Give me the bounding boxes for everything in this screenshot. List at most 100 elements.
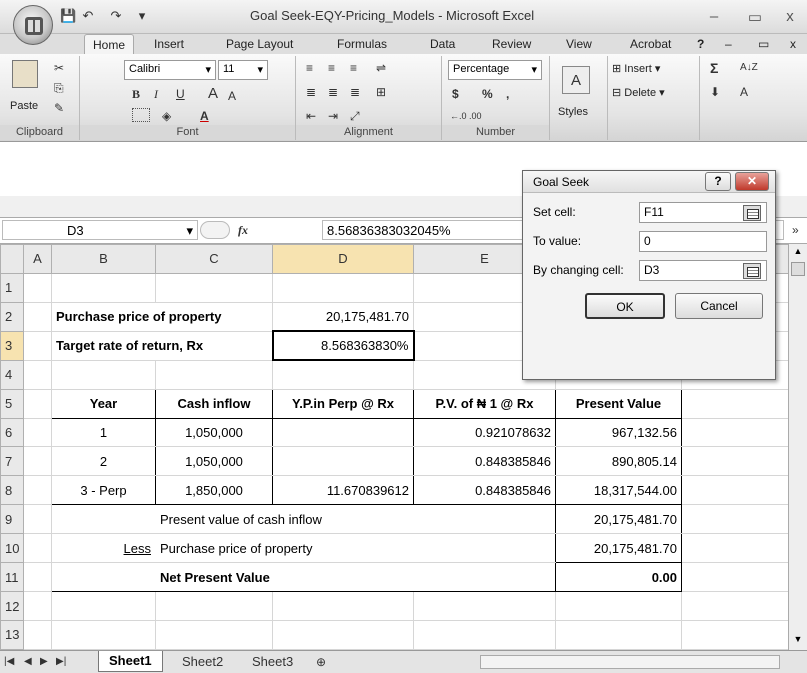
cell[interactable] bbox=[681, 591, 789, 621]
row-header[interactable]: 1 bbox=[0, 272, 24, 303]
cell[interactable] bbox=[23, 417, 52, 448]
cancel-button[interactable]: Cancel bbox=[675, 293, 763, 319]
cell[interactable] bbox=[155, 619, 273, 651]
redo-icon[interactable]: ↷ bbox=[108, 8, 124, 24]
cell[interactable] bbox=[681, 417, 789, 448]
align-right-icon[interactable]: ≣ bbox=[350, 84, 360, 100]
expand-formula-bar-icon[interactable]: » bbox=[792, 222, 799, 238]
row-header[interactable]: 12 bbox=[0, 591, 24, 621]
scroll-up-icon[interactable]: ▲ bbox=[791, 246, 805, 260]
format-painter-icon[interactable]: ✎ bbox=[54, 100, 64, 116]
delete-cells-button[interactable]: ⊟ Delete ▾ bbox=[612, 86, 665, 99]
underline-button[interactable]: U bbox=[176, 86, 185, 102]
fill-color-icon[interactable]: ◈ bbox=[162, 108, 171, 124]
font-name-select[interactable]: Calibri ▾ bbox=[124, 60, 216, 80]
dialog-help-button[interactable]: ? bbox=[705, 172, 731, 191]
ribbon-close-icon[interactable]: x bbox=[790, 37, 796, 51]
column-header-d[interactable]: D bbox=[272, 244, 414, 274]
sheet-tab-sheet3[interactable]: Sheet3 bbox=[244, 652, 301, 671]
cell-f9[interactable]: 20,175,481.70 bbox=[555, 504, 682, 535]
cell-f8[interactable]: 18,317,544.00 bbox=[555, 475, 682, 506]
cell-c5[interactable]: Cash inflow bbox=[155, 388, 273, 419]
comma-button[interactable]: , bbox=[506, 86, 509, 102]
cell-e6[interactable]: 0.921078632 bbox=[413, 417, 556, 448]
tab-home[interactable]: Home bbox=[84, 34, 135, 55]
row-header[interactable]: 11 bbox=[0, 562, 24, 593]
tab-formulas[interactable]: Formulas bbox=[337, 37, 387, 51]
cell[interactable] bbox=[413, 591, 556, 621]
cell[interactable] bbox=[413, 562, 556, 593]
row-header[interactable]: 2 bbox=[0, 301, 24, 332]
insert-function-button[interactable]: fx bbox=[238, 222, 248, 238]
help-icon[interactable]: ? bbox=[697, 37, 704, 51]
cell-c6[interactable]: 1,050,000 bbox=[155, 417, 273, 448]
cell[interactable] bbox=[155, 272, 273, 303]
insert-cells-button[interactable]: ⊞ Insert ▾ bbox=[612, 62, 660, 75]
formula-bar-collapse-icon[interactable] bbox=[200, 221, 230, 239]
sort-filter-button[interactable]: A↓Z bbox=[740, 60, 758, 76]
tab-page-layout[interactable]: Page Layout bbox=[226, 37, 293, 51]
cell[interactable] bbox=[51, 359, 156, 390]
sheet-tab-sheet2[interactable]: Sheet2 bbox=[174, 652, 231, 671]
cell-c8[interactable]: 1,850,000 bbox=[155, 475, 273, 506]
cut-icon[interactable]: ✂ bbox=[54, 60, 64, 76]
last-sheet-icon[interactable]: ▶| bbox=[56, 654, 66, 670]
wrap-text-icon[interactable]: ⇌ bbox=[376, 60, 386, 76]
cell[interactable] bbox=[272, 619, 414, 651]
cell-d7[interactable] bbox=[272, 446, 414, 477]
cell[interactable] bbox=[23, 359, 52, 390]
fill-button[interactable]: ⬇ bbox=[710, 84, 720, 100]
save-icon[interactable]: 💾 bbox=[60, 8, 76, 24]
cell-b5[interactable]: Year bbox=[51, 388, 156, 419]
sheet-tab-sheet1[interactable]: Sheet1 bbox=[98, 651, 163, 672]
scroll-thumb[interactable] bbox=[791, 262, 805, 276]
cell[interactable] bbox=[23, 446, 52, 477]
next-sheet-icon[interactable]: ▶ bbox=[40, 654, 48, 670]
cell-f6[interactable]: 967,132.56 bbox=[555, 417, 682, 448]
column-header-a[interactable]: A bbox=[23, 244, 52, 274]
qat-customize-icon[interactable]: ▾ bbox=[134, 8, 150, 24]
bold-button[interactable]: B bbox=[132, 86, 140, 102]
cell[interactable] bbox=[23, 591, 52, 621]
align-top-icon[interactable]: ≡ bbox=[306, 60, 313, 76]
increase-decimal-button[interactable]: ←.0 .00 bbox=[450, 108, 482, 124]
cell[interactable] bbox=[23, 330, 52, 361]
decrease-indent-icon[interactable]: ⇤ bbox=[306, 108, 316, 124]
cell-b11[interactable] bbox=[51, 562, 156, 593]
cell-b6[interactable]: 1 bbox=[51, 417, 156, 448]
row-header[interactable]: 4 bbox=[0, 359, 24, 390]
ribbon-restore-icon[interactable]: ▭ bbox=[758, 37, 769, 51]
italic-button[interactable]: I bbox=[154, 86, 158, 102]
align-bottom-icon[interactable]: ≡ bbox=[350, 60, 357, 76]
shrink-font-button[interactable]: A bbox=[228, 88, 236, 104]
autosum-button[interactable]: Σ bbox=[710, 60, 718, 76]
increase-indent-icon[interactable]: ⇥ bbox=[328, 108, 338, 124]
currency-button[interactable]: $ bbox=[452, 86, 459, 102]
cell[interactable] bbox=[272, 562, 414, 593]
cell[interactable] bbox=[681, 388, 789, 419]
row-header[interactable]: 10 bbox=[0, 533, 24, 564]
cell-f11[interactable]: 0.00 bbox=[555, 562, 682, 593]
maximize-button[interactable]: ▭ bbox=[745, 8, 765, 26]
find-select-button[interactable]: A bbox=[740, 84, 748, 100]
cell-b8[interactable]: 3 - Perp bbox=[51, 475, 156, 506]
percent-button[interactable]: % bbox=[482, 86, 493, 102]
select-all-corner[interactable] bbox=[0, 244, 24, 274]
cell[interactable] bbox=[23, 504, 52, 535]
cell[interactable] bbox=[681, 504, 789, 535]
vertical-scrollbar[interactable]: ▲ ▼ bbox=[788, 244, 807, 650]
minimize-button[interactable]: – bbox=[704, 8, 724, 25]
cell[interactable] bbox=[681, 562, 789, 593]
borders-icon[interactable] bbox=[132, 108, 150, 122]
insert-sheet-icon[interactable]: ⊕ bbox=[316, 654, 326, 670]
undo-icon[interactable]: ↶ bbox=[80, 8, 96, 24]
goal-seek-title-bar[interactable]: Goal Seek ? ✕ bbox=[523, 171, 775, 193]
cell[interactable] bbox=[681, 533, 789, 564]
cell[interactable] bbox=[413, 504, 556, 535]
ok-button[interactable]: OK bbox=[585, 293, 665, 319]
cell-e7[interactable]: 0.848385846 bbox=[413, 446, 556, 477]
dialog-close-button[interactable]: ✕ bbox=[735, 172, 769, 191]
cell[interactable] bbox=[23, 533, 52, 564]
horizontal-scrollbar[interactable] bbox=[480, 655, 780, 669]
tab-review[interactable]: Review bbox=[492, 37, 531, 51]
